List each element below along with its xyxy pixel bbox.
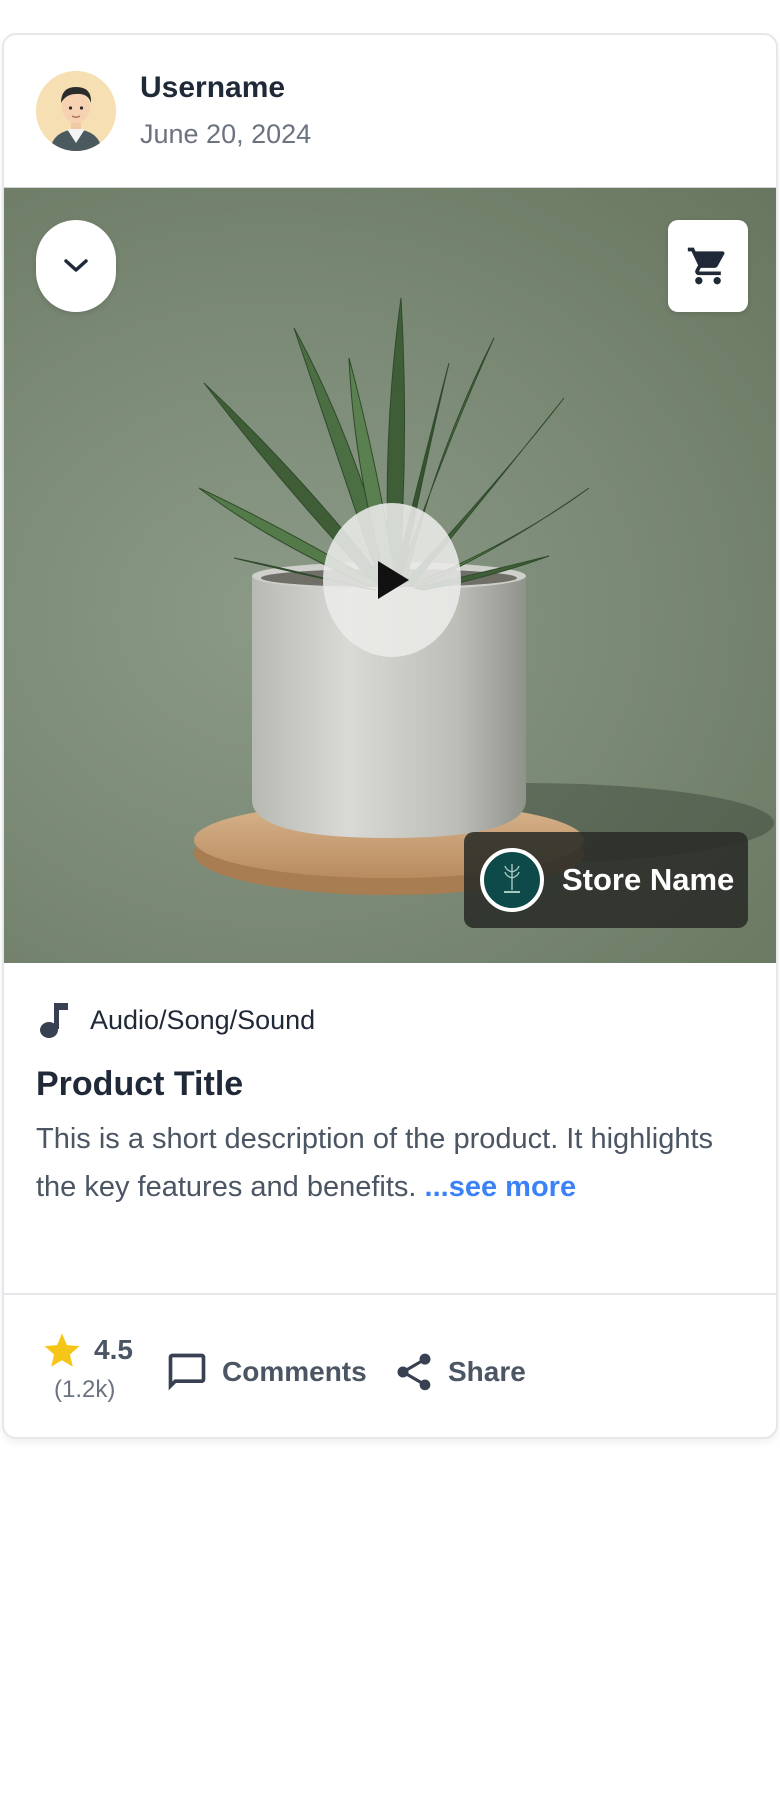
- rating-value: 4.5: [94, 1334, 133, 1365]
- music-note-icon: [40, 1003, 68, 1038]
- play-button[interactable]: [323, 503, 461, 657]
- username[interactable]: Username: [140, 71, 285, 105]
- rating-count: (1.2k): [54, 1376, 116, 1403]
- see-more-link[interactable]: ...see more: [425, 1171, 577, 1203]
- share-label: Share: [448, 1356, 526, 1387]
- product-title: Product Title: [36, 1065, 244, 1103]
- share-icon: [397, 1353, 431, 1391]
- collapse-button[interactable]: [36, 220, 116, 312]
- store-name: Store Name: [562, 862, 735, 897]
- store-badge[interactable]: Store Name: [464, 832, 748, 928]
- post-date: June 20, 2024: [140, 119, 312, 149]
- cart-icon: [687, 247, 725, 285]
- audio-row[interactable]: Audio/Song/Sound: [36, 995, 315, 1045]
- description-text: This is a short description of the produ…: [36, 1123, 714, 1203]
- play-icon: [378, 561, 409, 599]
- cart-button[interactable]: [668, 220, 748, 312]
- avatar-illustration: [36, 71, 116, 151]
- chevron-down-icon: [64, 259, 88, 272]
- user-avatar[interactable]: [36, 71, 116, 151]
- store-logo: [480, 848, 544, 912]
- star-icon: [44, 1333, 80, 1367]
- comments-button[interactable]: Comments: [164, 1347, 367, 1397]
- rating[interactable]: 4.5 (1.2k): [40, 1330, 140, 1420]
- footer-divider: [4, 1293, 776, 1295]
- product-media[interactable]: Store Name: [4, 187, 776, 963]
- product-description: This is a short description of the produ…: [36, 1115, 736, 1211]
- post-header: Username June 20, 2024: [4, 35, 776, 187]
- store-logo-icon: [504, 864, 520, 893]
- comments-label: Comments: [222, 1356, 367, 1387]
- share-button[interactable]: Share: [392, 1347, 526, 1397]
- post-card: Username June 20, 2024 Store Name Audio/…: [2, 33, 778, 1439]
- audio-label: Audio/Song/Sound: [90, 1004, 316, 1035]
- comment-icon: [168, 1353, 206, 1391]
